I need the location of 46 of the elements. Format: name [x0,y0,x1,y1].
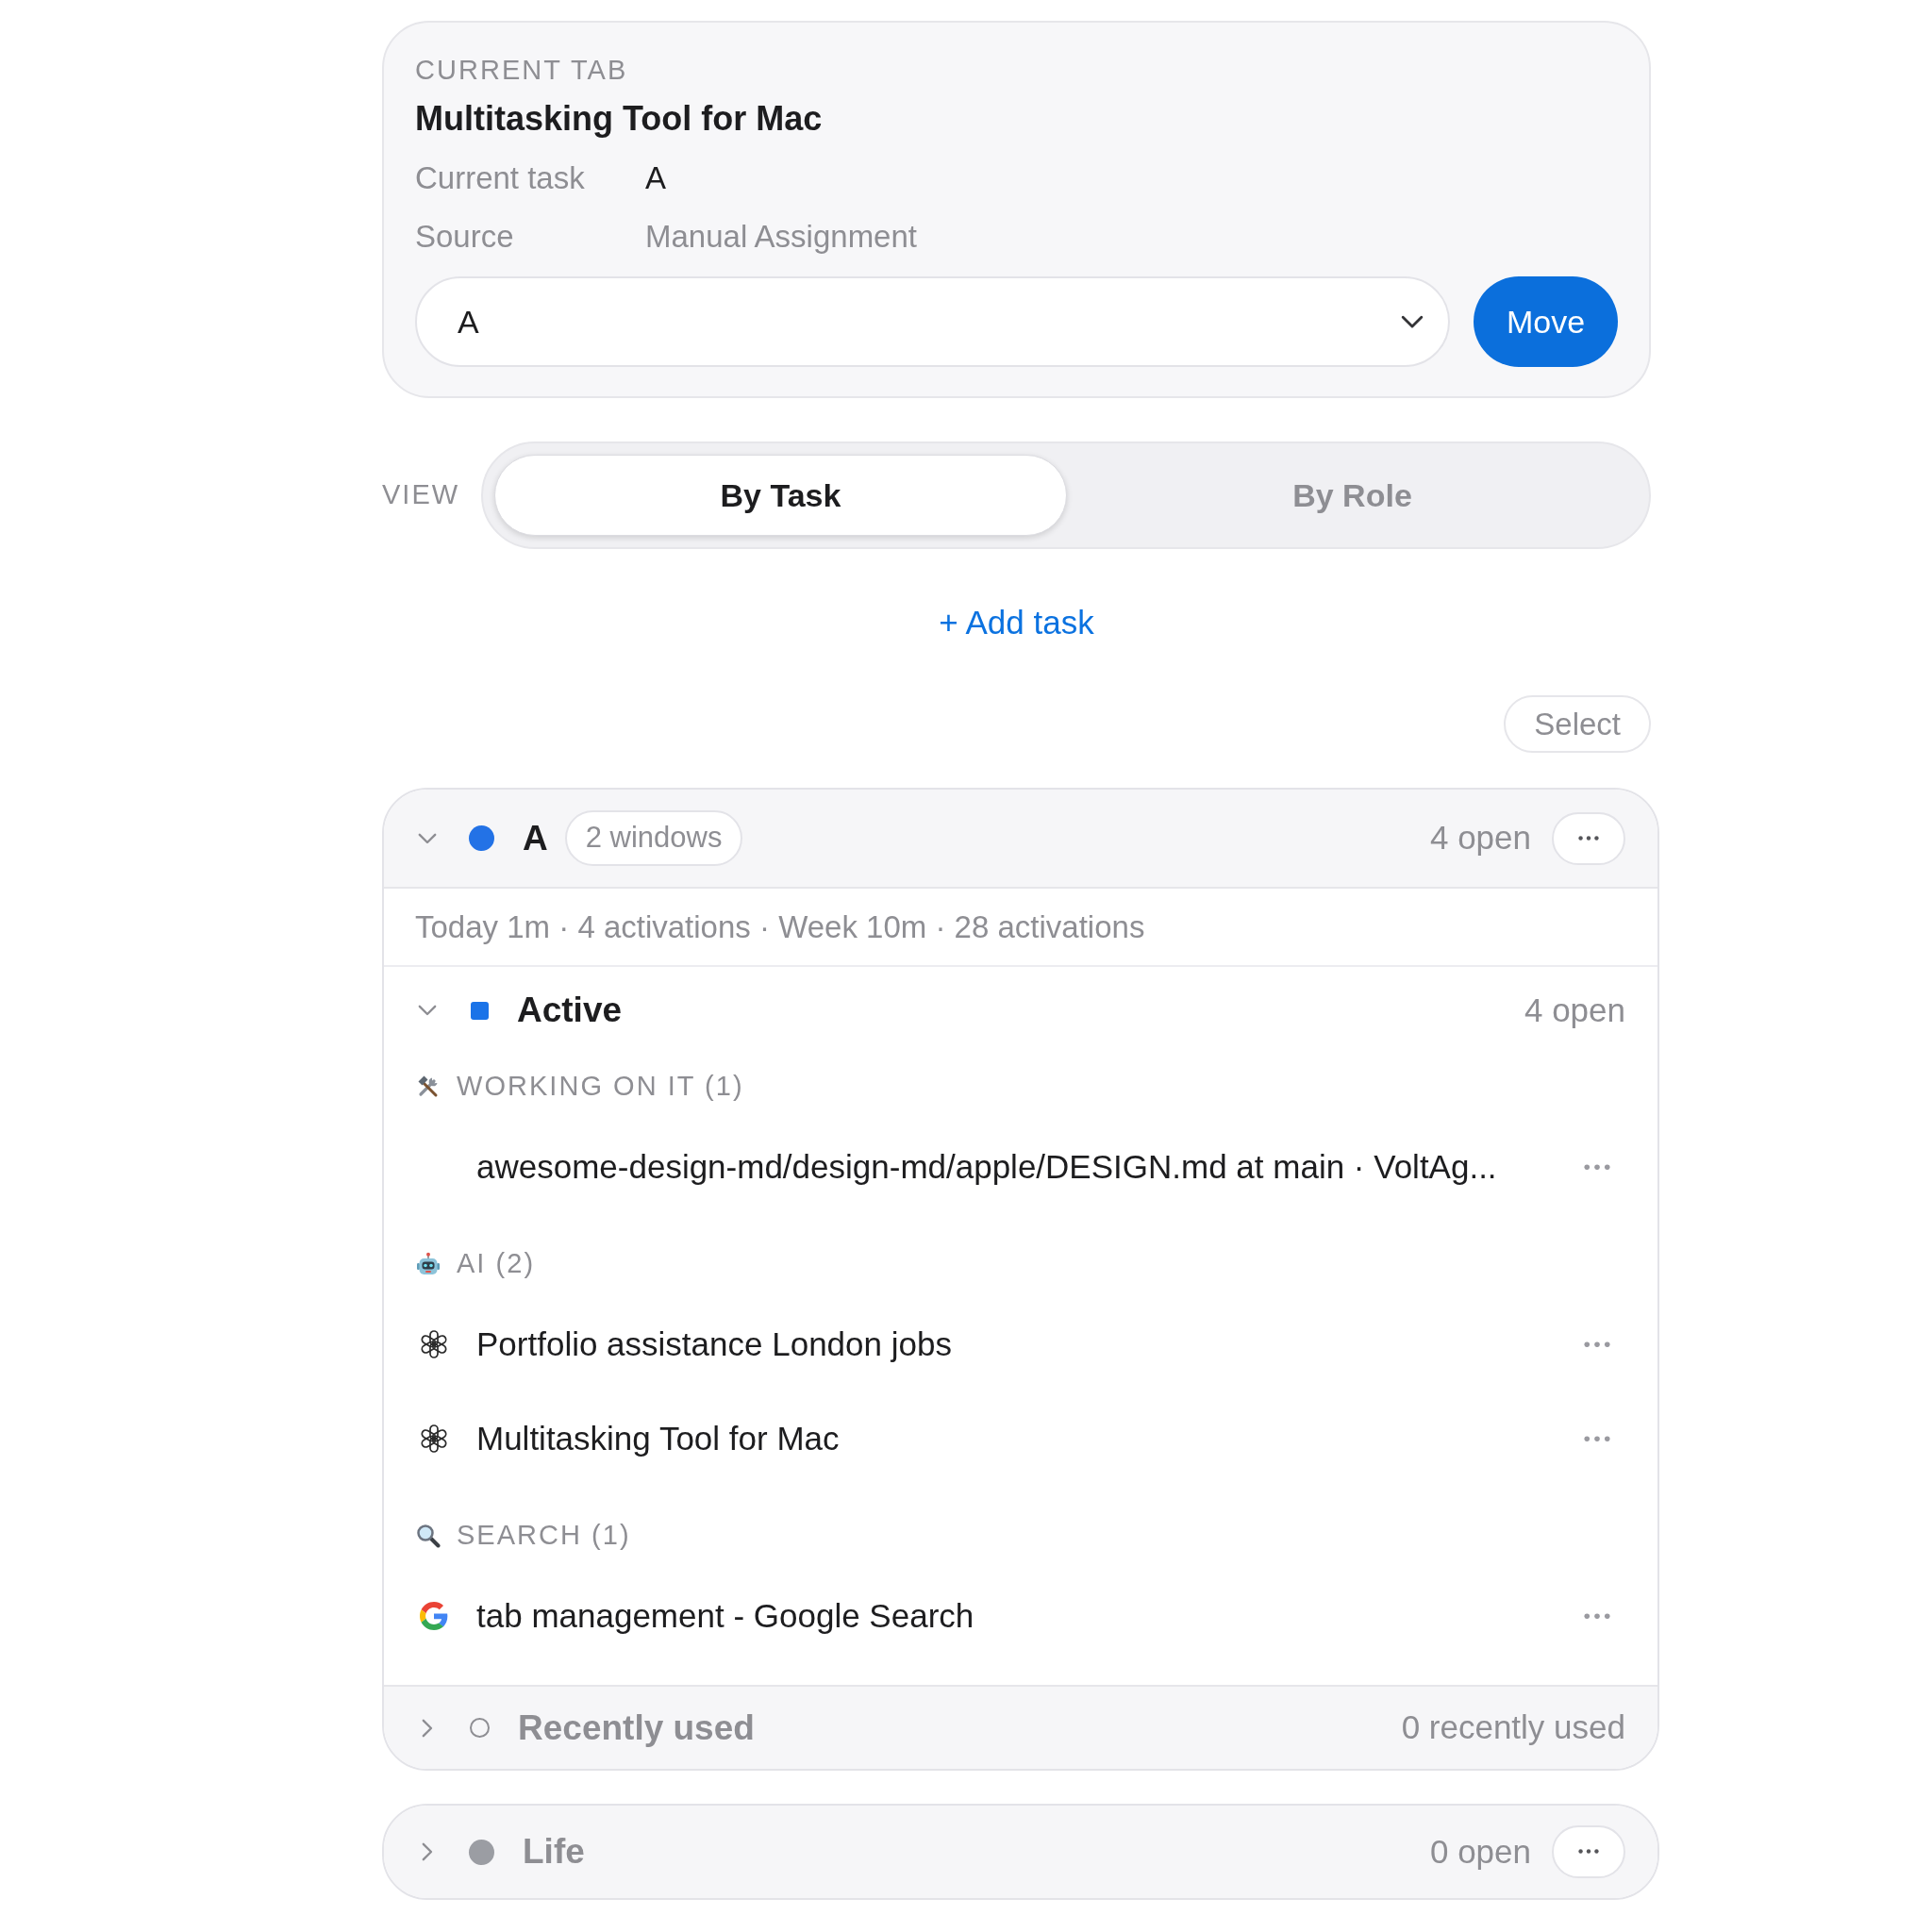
task-dropdown[interactable]: A [415,276,1450,367]
group-heading: WORKING ON IT (1) [457,1070,744,1104]
card-heading: CURRENT TAB [415,54,628,86]
more-icon [1578,835,1599,841]
g-logo-icon [420,1602,448,1630]
field-value: Manual Assignment [645,218,917,257]
chevron-right-icon[interactable] [422,1718,433,1738]
open-count: 0 open [1429,1831,1531,1872]
knot-logo-icon [420,1424,448,1453]
field-value: A [645,159,666,198]
field-label: Current task [415,160,585,196]
more-icon[interactable] [1584,1435,1610,1442]
usage-stats: Today 1m · 4 activations · Week 10m · 28 activations [415,908,1145,946]
group-heading: AI (2) [457,1247,536,1281]
view-label: VIEW [382,479,460,510]
task-name: A [523,817,548,859]
view-tab[interactable]: By Task [494,455,1067,536]
field-label: Source [415,219,514,255]
tab-title[interactable]: Portfolio assistance London jobs [476,1319,952,1370]
add-task-link[interactable]: + Add task [939,604,1094,641]
tab-title[interactable]: Multitasking Tool for Mac [476,1413,840,1464]
chevron-down-icon [1401,314,1424,329]
tab-title[interactable]: awesome-design-md/design-md/apple/DESIGN.md at main · VoltAg... [476,1141,1497,1192]
tab-title[interactable]: tab management - Google Search [476,1591,974,1641]
task-name: Life [523,1831,585,1874]
section-name: Active [517,990,623,1032]
group-heading: SEARCH (1) [457,1519,631,1553]
current-tab-title: Multitasking Tool for Mac [415,98,823,140]
section-count: 0 recently used [1401,1707,1625,1748]
more-icon[interactable] [1584,1612,1610,1620]
more-icon[interactable] [1584,1163,1610,1171]
square-marker-icon [471,1001,489,1020]
knot-logo-icon [420,1330,448,1358]
more-icon [1578,1849,1599,1855]
search-icon [416,1524,441,1548]
more-icon[interactable] [1584,1341,1610,1348]
chevron-down-icon[interactable] [418,1005,437,1016]
section-name: Recently used [518,1707,755,1749]
section-count: 4 open [1524,990,1625,1030]
open-count: 4 open [1429,818,1531,858]
ring-marker-icon [470,1718,490,1738]
chevron-down-icon[interactable] [418,832,437,844]
windows-badge: 2 windows [564,810,743,866]
robot-icon [416,1252,441,1276]
chevron-right-icon[interactable] [422,1842,433,1861]
move-button[interactable]: Move [1474,276,1618,367]
